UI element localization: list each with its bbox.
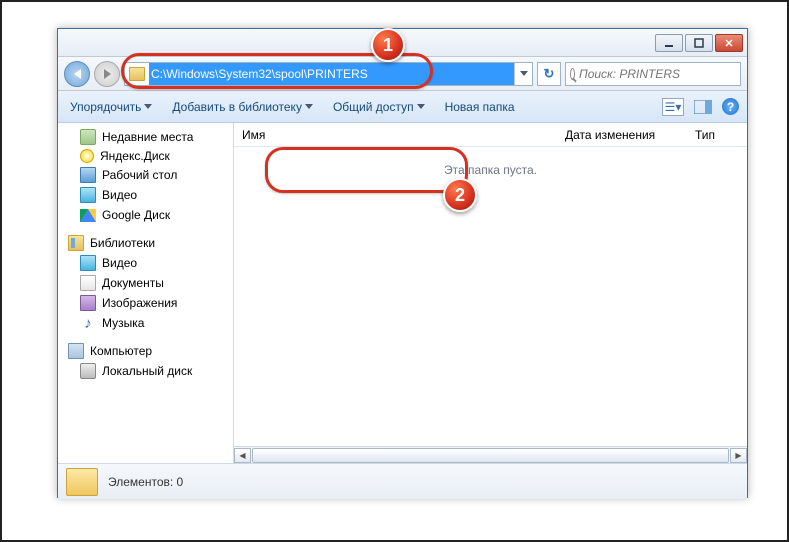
new-folder-button[interactable]: Новая папка [441, 98, 519, 116]
horizontal-scrollbar[interactable]: ◀ ▶ [234, 446, 747, 463]
arrow-right-icon [104, 69, 111, 79]
disk-icon [80, 363, 96, 379]
sidebar-group-computer[interactable]: Компьютер [58, 341, 233, 361]
chevron-down-icon [520, 71, 528, 76]
documents-icon [80, 275, 96, 291]
chevron-down-icon [417, 104, 425, 109]
images-icon [80, 295, 96, 311]
help-button[interactable]: ? [722, 98, 739, 115]
sidebar-item-video[interactable]: Видео [58, 185, 233, 205]
preview-pane-button[interactable] [692, 98, 714, 116]
address-dropdown[interactable] [514, 63, 532, 85]
sidebar-label: Яндекс.Диск [100, 149, 170, 163]
forward-button[interactable] [94, 61, 120, 87]
sidebar-item-lib-video[interactable]: Видео [58, 253, 233, 273]
search-icon [570, 68, 575, 80]
sidebar-label: Видео [102, 256, 137, 270]
toolbar: Упорядочить Добавить в библиотеку Общий … [58, 91, 747, 123]
sidebar-label: Рабочий стол [102, 168, 177, 182]
sidebar-label: Компьютер [90, 344, 152, 358]
sidebar-item-gdrive[interactable]: Google Диск [58, 205, 233, 225]
chevron-down-icon [305, 104, 313, 109]
scroll-left-button[interactable]: ◀ [234, 448, 251, 463]
sidebar-label: Изображения [102, 296, 177, 310]
empty-folder-message: Эта папка пуста. [234, 147, 747, 193]
new-folder-label: Новая папка [445, 100, 515, 114]
organize-label: Упорядочить [70, 100, 141, 114]
sidebar-label: Видео [102, 188, 137, 202]
sidebar-item-lib-music[interactable]: ♪ Музыка [58, 313, 233, 333]
titlebar [58, 29, 747, 57]
recent-places-icon [80, 129, 96, 145]
body: Недавние места Яндекс.Диск Рабочий стол … [58, 123, 747, 463]
column-name[interactable]: Имя [234, 128, 557, 142]
refresh-button[interactable]: ↻ [537, 62, 561, 86]
column-date[interactable]: Дата изменения [557, 128, 687, 142]
video-icon [80, 255, 96, 271]
sidebar-label: Google Диск [102, 208, 170, 222]
share-label: Общий доступ [333, 100, 414, 114]
status-bar: Элементов: 0 [58, 463, 747, 499]
nav-row: ↻ [58, 57, 747, 91]
add-to-library-label: Добавить в библиотеку [172, 100, 302, 114]
arrow-left-icon [74, 69, 81, 79]
refresh-icon: ↻ [544, 66, 555, 82]
sidebar-group-libraries[interactable]: Библиотеки [58, 233, 233, 253]
scroll-right-button[interactable]: ▶ [730, 448, 747, 463]
address-bar[interactable] [124, 62, 533, 86]
folder-icon [66, 468, 98, 496]
sidebar-item-recent[interactable]: Недавние места [58, 127, 233, 147]
yandex-disk-icon [80, 149, 94, 163]
sidebar-item-yandex[interactable]: Яндекс.Диск [58, 147, 233, 165]
sidebar-item-local-disk[interactable]: Локальный диск [58, 361, 233, 381]
content-area: Имя Дата изменения Тип Эта папка пуста. … [234, 123, 747, 463]
column-type[interactable]: Тип [687, 128, 747, 142]
minimize-button[interactable] [655, 34, 683, 52]
address-input[interactable] [149, 63, 514, 85]
share-menu[interactable]: Общий доступ [329, 98, 429, 116]
libraries-icon [68, 235, 84, 251]
video-icon [80, 187, 96, 203]
desktop-icon [80, 167, 96, 183]
back-button[interactable] [64, 61, 90, 87]
organize-menu[interactable]: Упорядочить [66, 98, 156, 116]
computer-icon [68, 343, 84, 359]
search-box[interactable] [565, 62, 741, 86]
column-headers: Имя Дата изменения Тип [234, 123, 747, 147]
google-drive-icon [80, 209, 96, 222]
add-to-library-menu[interactable]: Добавить в библиотеку [168, 98, 317, 116]
sidebar-label: Локальный диск [102, 364, 192, 378]
sidebar-item-lib-docs[interactable]: Документы [58, 273, 233, 293]
folder-icon [129, 67, 145, 81]
help-icon: ? [727, 100, 734, 114]
explorer-window: ↻ Упорядочить Добавить в библиотеку Общи… [57, 28, 748, 498]
chevron-down-icon [144, 104, 152, 109]
sidebar-label: Недавние места [102, 130, 193, 144]
sidebar-label: Музыка [102, 316, 144, 330]
scrollbar-thumb[interactable] [252, 448, 729, 463]
close-button[interactable] [715, 34, 743, 52]
sidebar-label: Документы [102, 276, 164, 290]
search-input[interactable] [579, 67, 736, 81]
view-options-button[interactable]: ☰▾ [662, 98, 684, 116]
sidebar-label: Библиотеки [90, 236, 155, 250]
nav-sidebar: Недавние места Яндекс.Диск Рабочий стол … [58, 123, 234, 463]
music-icon: ♪ [80, 315, 96, 331]
sidebar-item-desktop[interactable]: Рабочий стол [58, 165, 233, 185]
maximize-button[interactable] [685, 34, 713, 52]
sidebar-item-lib-images[interactable]: Изображения [58, 293, 233, 313]
status-elements-count: Элементов: 0 [108, 475, 183, 489]
